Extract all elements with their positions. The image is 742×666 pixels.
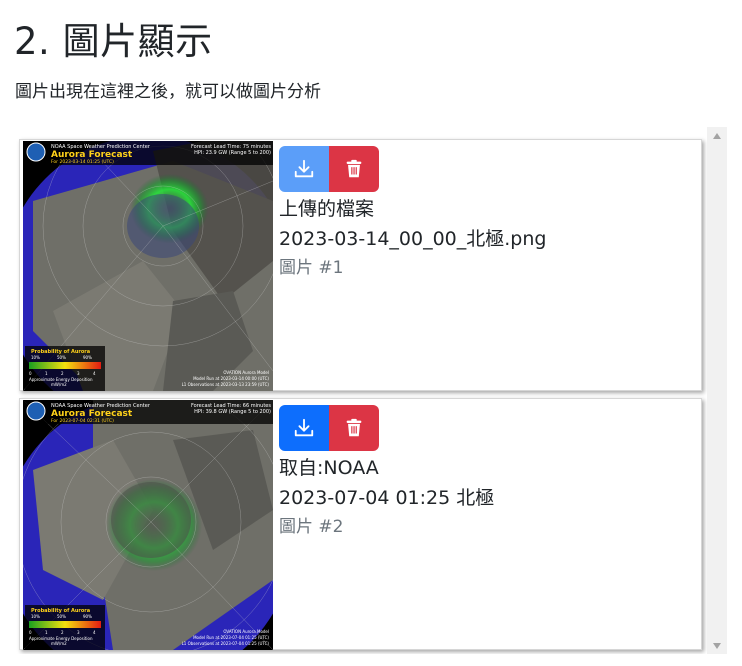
map-date-label: For 2023-03-14 01:25 (UTC) <box>51 159 114 165</box>
page: 2. 圖片顯示 圖片出現在這裡之後，就可以做圖片分析 NOAA Space We… <box>0 0 742 666</box>
page-title: 2. 圖片顯示 <box>14 20 213 63</box>
image-filename: 2023-07-04 01:25 北極 <box>279 487 495 509</box>
map-title-label: Aurora Forecast <box>51 150 133 160</box>
aurora-forecast-image: NOAA Space Weather Prediction Center Aur… <box>23 141 273 391</box>
image-caption: 取自:NOAA <box>279 457 379 479</box>
download-button[interactable] <box>279 146 329 192</box>
l1-observations-label: L1 Observations at 2023-07-04 01:25 (UTC… <box>182 641 270 646</box>
download-icon <box>294 159 314 178</box>
image-card: NOAA Space Weather Prediction Center Aur… <box>19 139 702 391</box>
download-button[interactable] <box>279 405 329 451</box>
map-hpi-label: HPI: 39.8 GW (Range 5 to 200) <box>194 409 271 415</box>
image-filename: 2023-03-14_00_00_北極.png <box>279 228 547 250</box>
delete-button[interactable] <box>329 146 379 192</box>
legend-tick-label: 50% <box>57 614 66 619</box>
legend-tick-label: 90% <box>83 355 92 360</box>
gallery-scrollbar[interactable] <box>707 127 727 654</box>
image-gallery[interactable]: NOAA Space Weather Prediction Center Aur… <box>15 127 727 654</box>
trash-icon <box>346 418 362 437</box>
energy-units-label: mW/m2 <box>51 641 67 646</box>
trash-icon <box>346 159 362 178</box>
arrow-up-icon <box>713 132 721 139</box>
model-run-label: Model Run at 2023-03-14 00:00 (UTC) <box>193 376 269 381</box>
l1-observations-label: L1 Observations at 2023-03-13 23:59 (UTC… <box>182 382 270 387</box>
legend-tick-label: 50% <box>57 355 66 360</box>
model-run-label: Model Run at 2023-07-04 01:25 (UTC) <box>193 635 269 640</box>
noaa-logo <box>26 142 46 162</box>
legend-tick-label: 10% <box>31 355 40 360</box>
noaa-logo <box>26 401 46 421</box>
map-title-label: Aurora Forecast <box>51 409 133 419</box>
model-name-label: OVATION Aurora Model <box>223 629 269 634</box>
scroll-down-button[interactable] <box>707 637 727 654</box>
probability-color-scale <box>29 621 101 628</box>
image-index-label: 圖片 #1 <box>279 258 344 278</box>
download-icon <box>294 418 314 437</box>
arrow-down-icon <box>713 642 721 649</box>
image-index-label: 圖片 #2 <box>279 517 344 537</box>
map-date-label: For 2023-07-04 02:31 (UTC) <box>51 418 114 424</box>
probability-color-scale <box>29 362 101 369</box>
map-hpi-label: HPI: 23.9 GW (Range 5 to 200) <box>194 150 271 156</box>
page-subtitle: 圖片出現在這裡之後，就可以做圖片分析 <box>15 82 321 102</box>
image-card: NOAA Space Weather Prediction Center Aur… <box>19 398 702 650</box>
legend-tick-label: 90% <box>83 614 92 619</box>
image-actions <box>279 146 379 192</box>
model-name-label: OVATION Aurora Model <box>223 370 269 375</box>
image-caption: 上傳的檔案 <box>279 198 375 220</box>
image-actions <box>279 405 379 451</box>
legend-tick-label: 10% <box>31 614 40 619</box>
scroll-up-button[interactable] <box>707 127 727 144</box>
aurora-forecast-image: NOAA Space Weather Prediction Center Aur… <box>23 400 273 650</box>
delete-button[interactable] <box>329 405 379 451</box>
energy-units-label: mW/m2 <box>51 382 67 387</box>
